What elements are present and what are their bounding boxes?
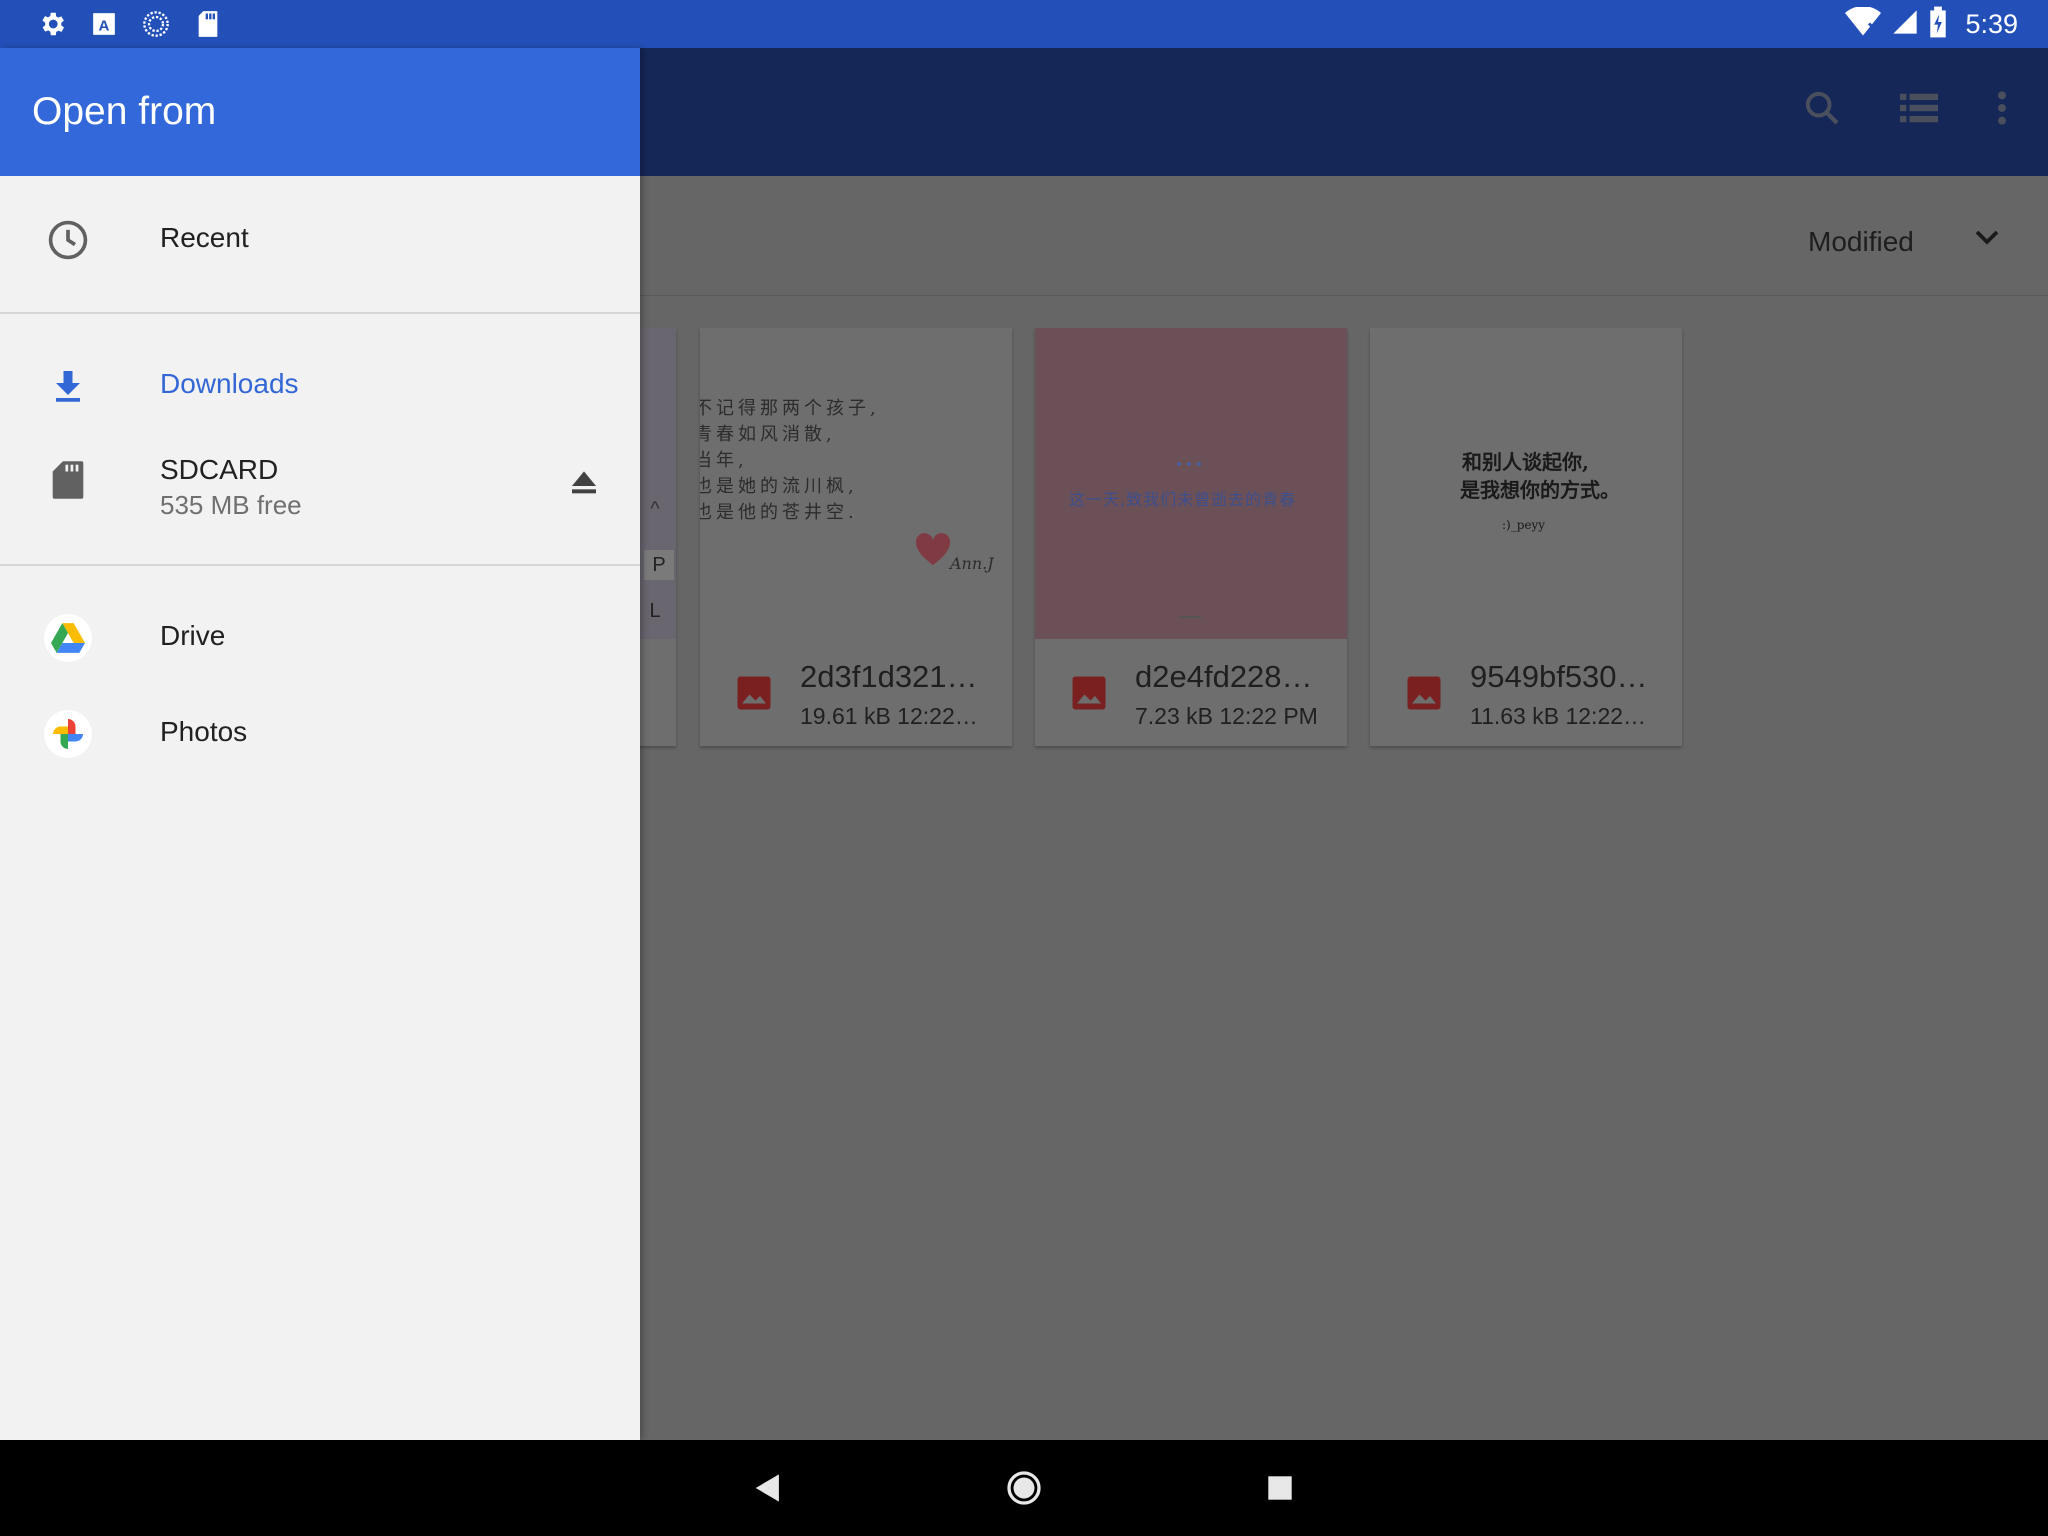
drawer-divider bbox=[0, 564, 640, 566]
recents-icon[interactable] bbox=[1260, 1468, 1300, 1508]
thumb-dots bbox=[1177, 462, 1207, 468]
file-name: 9549bf530… bbox=[1470, 659, 1648, 694]
status-bar: A 5:39 bbox=[0, 0, 2048, 48]
battery-icon bbox=[1929, 6, 1947, 43]
sync-icon bbox=[140, 8, 172, 40]
file-name: d2e4fd228… bbox=[1135, 659, 1313, 694]
file-meta: 9549bf530… 11.63 kB 12:22… bbox=[1370, 639, 1682, 746]
thumb-text-line: 当年, bbox=[700, 450, 748, 471]
keyboard-key: ^ bbox=[650, 498, 660, 520]
navigation-drawer: Open from Recent Downloads SDCARD 535 MB… bbox=[0, 48, 640, 1440]
status-right-icons: 5:39 bbox=[1845, 6, 2018, 43]
drawer-item-label: SDCARD bbox=[160, 454, 279, 485]
keyboard-key: P bbox=[644, 550, 674, 580]
drawer-item-sublabel: 535 MB free bbox=[160, 490, 302, 520]
image-file-icon bbox=[1071, 675, 1107, 711]
thumb-text-line: :)_peyy bbox=[1502, 518, 1546, 532]
drawer-item-label: Recent bbox=[160, 222, 249, 253]
app-bar-actions bbox=[1802, 88, 2008, 133]
eject-icon[interactable] bbox=[568, 466, 600, 503]
more-vert-icon[interactable] bbox=[1996, 89, 2008, 132]
file-card[interactable]: 和别人谈起你, 是我想你的方式。 :)_peyy 9549bf530… 11.6… bbox=[1370, 328, 1682, 746]
file-thumbnail: 和别人谈起你, 是我想你的方式。 :)_peyy bbox=[1370, 328, 1682, 639]
drawer-item-photos[interactable]: Photos bbox=[0, 686, 640, 782]
sdcard-icon bbox=[192, 8, 224, 40]
file-info: 7.23 kB 12:22 PM bbox=[1135, 703, 1318, 729]
thumb-text-line: 也是他的苍井空. bbox=[700, 502, 858, 523]
file-meta: 2d3f1d321… 19.61 kB 12:22… bbox=[700, 639, 1012, 746]
wifi-icon bbox=[1845, 6, 1882, 42]
thumb-text-line: 是我想你的方式。 bbox=[1460, 478, 1620, 502]
thumb-signature: Ann.J bbox=[950, 554, 994, 573]
thumb-text-line: 不记得那两个孩子, bbox=[700, 398, 880, 419]
drive-icon bbox=[44, 614, 92, 662]
chevron-down-icon[interactable] bbox=[1972, 222, 2002, 257]
thumb-text-line: 也是她的流川枫, bbox=[700, 476, 858, 497]
text-icon: A bbox=[88, 8, 120, 40]
status-clock: 5:39 bbox=[1965, 9, 2018, 39]
file-thumbnail: 不记得那两个孩子, 青春如风消散, 当年, 也是她的流川枫, 也是他的苍井空. … bbox=[700, 328, 1012, 639]
drawer-item-label: Photos bbox=[160, 716, 248, 747]
drawer-item-label: Downloads bbox=[160, 368, 299, 399]
sort-label[interactable]: Modified bbox=[1808, 226, 1914, 258]
drawer-item-label: Drive bbox=[160, 620, 226, 651]
settings-icon bbox=[36, 8, 68, 40]
file-card[interactable]: 这一天,致我们未曾逝去的青春 d2e4fd228… 7.23 kB 12:22 … bbox=[1035, 328, 1347, 746]
drawer-item-drive[interactable]: Drive bbox=[0, 590, 640, 686]
home-icon[interactable] bbox=[1004, 1468, 1044, 1508]
status-left-icons: A bbox=[36, 8, 224, 40]
list-view-icon[interactable] bbox=[1900, 91, 1938, 130]
image-file-icon bbox=[1406, 675, 1442, 711]
photos-icon bbox=[44, 710, 92, 758]
drawer-divider bbox=[0, 312, 640, 314]
file-meta: d2e4fd228… 7.23 kB 12:22 PM bbox=[1035, 639, 1347, 746]
thumb-footer-mark bbox=[1179, 616, 1201, 618]
drawer-item-sdcard[interactable]: SDCARD 535 MB free bbox=[0, 422, 640, 542]
thumb-text-line: 和别人谈起你, bbox=[1462, 450, 1589, 474]
clock-icon bbox=[46, 218, 90, 262]
file-info: 11.63 kB 12:22… bbox=[1470, 703, 1647, 729]
download-icon bbox=[46, 364, 90, 408]
file-thumbnail: 这一天,致我们未曾逝去的青春 bbox=[1035, 328, 1347, 639]
thumb-text-line: 青春如风消散, bbox=[700, 424, 836, 445]
sdcard-icon bbox=[46, 458, 90, 502]
drawer-title: Open from bbox=[32, 90, 217, 133]
thumb-text-line: 这一天,致我们未曾逝去的青春 bbox=[1069, 490, 1297, 509]
heart-icon bbox=[915, 528, 951, 573]
system-nav-bar bbox=[0, 1440, 2048, 1536]
drawer-item-recent[interactable]: Recent bbox=[0, 192, 640, 288]
drawer-item-downloads[interactable]: Downloads bbox=[0, 338, 640, 434]
file-name: 2d3f1d321… bbox=[800, 659, 978, 694]
search-icon[interactable] bbox=[1802, 88, 1842, 133]
file-card[interactable]: 不记得那两个孩子, 青春如风消散, 当年, 也是她的流川枫, 也是他的苍井空. … bbox=[700, 328, 1012, 746]
drawer-header: Open from bbox=[0, 48, 640, 176]
image-file-icon bbox=[736, 675, 772, 711]
back-icon[interactable] bbox=[748, 1468, 788, 1508]
svg-text:A: A bbox=[99, 18, 110, 35]
signal-icon bbox=[1891, 8, 1919, 41]
keyboard-key: L bbox=[649, 600, 661, 622]
file-info: 19.61 kB 12:22… bbox=[800, 703, 978, 729]
